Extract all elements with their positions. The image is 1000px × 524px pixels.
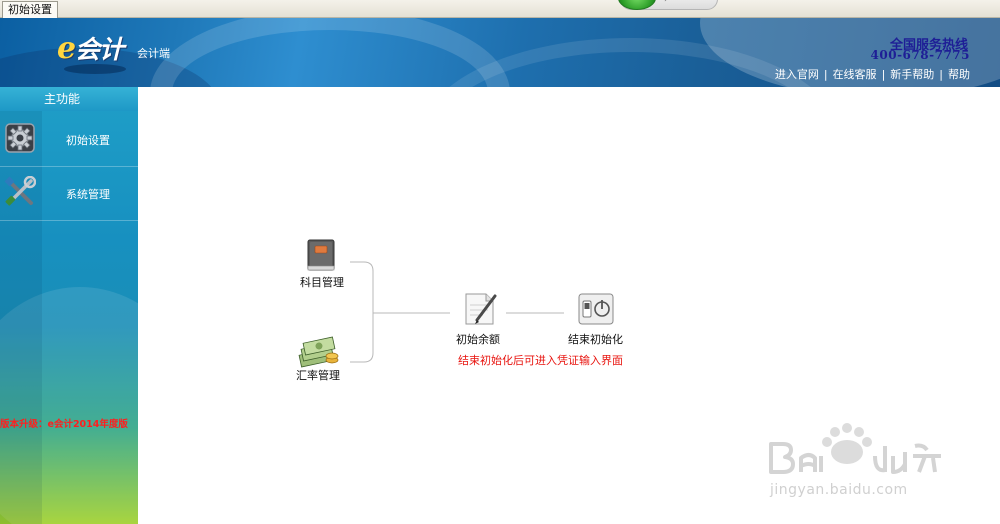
document-pen-icon[interactable]: [461, 290, 499, 328]
baidu-watermark-url: jingyan.baidu.com: [770, 482, 908, 498]
power-switch-icon[interactable]: [578, 293, 614, 325]
money-stack-icon[interactable]: [298, 334, 340, 368]
bracket-connector: [350, 261, 374, 363]
hint-text: 结束初始化后可进入凭证输入界面: [458, 354, 623, 367]
node-end-initialization[interactable]: 结束初始化: [568, 331, 623, 347]
ledger-book-icon[interactable]: [304, 238, 338, 272]
baidu-watermark-logo: [769, 423, 941, 474]
node-exchange-rate-management[interactable]: 汇率管理: [296, 367, 340, 383]
node-account-management[interactable]: 科目管理: [300, 274, 344, 290]
node-initial-balance[interactable]: 初始余额: [456, 331, 500, 347]
